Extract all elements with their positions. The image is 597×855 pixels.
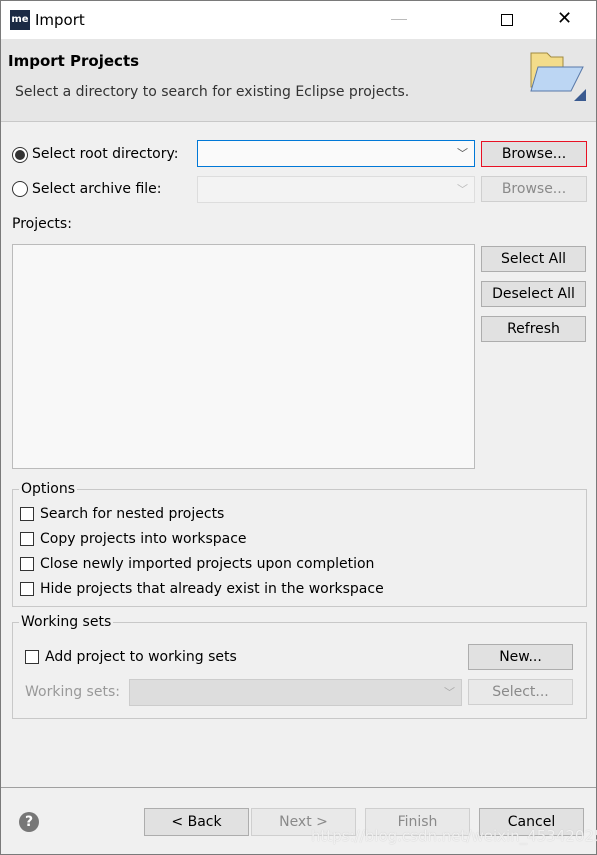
copy-projects-checkbox[interactable]: [20, 532, 34, 546]
hide-projects-label: Hide projects that already exist in the …: [40, 581, 384, 597]
window-title: Import: [35, 11, 85, 29]
working-sets-label: Working sets:: [25, 684, 120, 700]
chevron-down-icon: ﹀: [457, 147, 468, 160]
nested-projects-label: Search for nested projects: [40, 506, 225, 522]
add-working-set-label: Add project to working sets: [45, 649, 237, 665]
copy-projects-label: Copy projects into workspace: [40, 531, 247, 547]
banner-description: Select a directory to search for existin…: [15, 84, 410, 100]
title-bar: me Import ✕: [1, 1, 596, 39]
select-all-button[interactable]: Select All: [481, 246, 586, 272]
root-directory-combo[interactable]: ﹀: [197, 140, 475, 167]
archive-file-combo[interactable]: ﹀: [197, 176, 475, 203]
browse-directory-button[interactable]: Browse...: [481, 141, 587, 167]
back-button[interactable]: < Back: [144, 808, 249, 836]
chevron-down-icon: ﹀: [457, 183, 468, 196]
watermark: https://blog.csdn.net/weixin_45342025: [311, 827, 597, 845]
maximize-button[interactable]: [501, 14, 513, 26]
hide-projects-checkbox[interactable]: [20, 582, 34, 596]
close-button[interactable]: ✕: [557, 8, 572, 29]
folder-open-icon: [530, 52, 586, 101]
refresh-button[interactable]: Refresh: [481, 316, 586, 342]
working-sets-combo[interactable]: ﹀: [129, 679, 462, 706]
close-projects-checkbox[interactable]: [20, 557, 34, 571]
nested-projects-checkbox[interactable]: [20, 507, 34, 521]
root-directory-radio[interactable]: [12, 147, 28, 163]
banner-title: Import Projects: [8, 52, 140, 70]
select-working-set-button[interactable]: Select...: [468, 679, 573, 705]
root-directory-label: Select root directory:: [32, 146, 179, 162]
wizard-banner: Import Projects Select a directory to se…: [1, 39, 596, 122]
working-sets-legend: Working sets: [19, 614, 114, 630]
me-icon: me: [10, 10, 30, 30]
archive-file-label: Select archive file:: [32, 181, 162, 197]
footer-divider: [1, 787, 596, 788]
projects-list[interactable]: [12, 244, 475, 469]
add-working-set-checkbox[interactable]: [25, 650, 39, 664]
minimize-button[interactable]: [391, 19, 407, 20]
new-working-set-button[interactable]: New...: [468, 644, 573, 670]
projects-label: Projects:: [12, 216, 72, 232]
close-projects-label: Close newly imported projects upon compl…: [40, 556, 375, 572]
chevron-down-icon: ﹀: [444, 686, 455, 699]
help-icon[interactable]: ?: [19, 812, 39, 832]
archive-file-radio[interactable]: [12, 181, 28, 197]
deselect-all-button[interactable]: Deselect All: [481, 281, 586, 307]
import-dialog: me Import ✕ Import Projects Select a dir…: [0, 0, 597, 855]
browse-archive-button[interactable]: Browse...: [481, 176, 587, 202]
options-legend: Options: [19, 481, 78, 497]
